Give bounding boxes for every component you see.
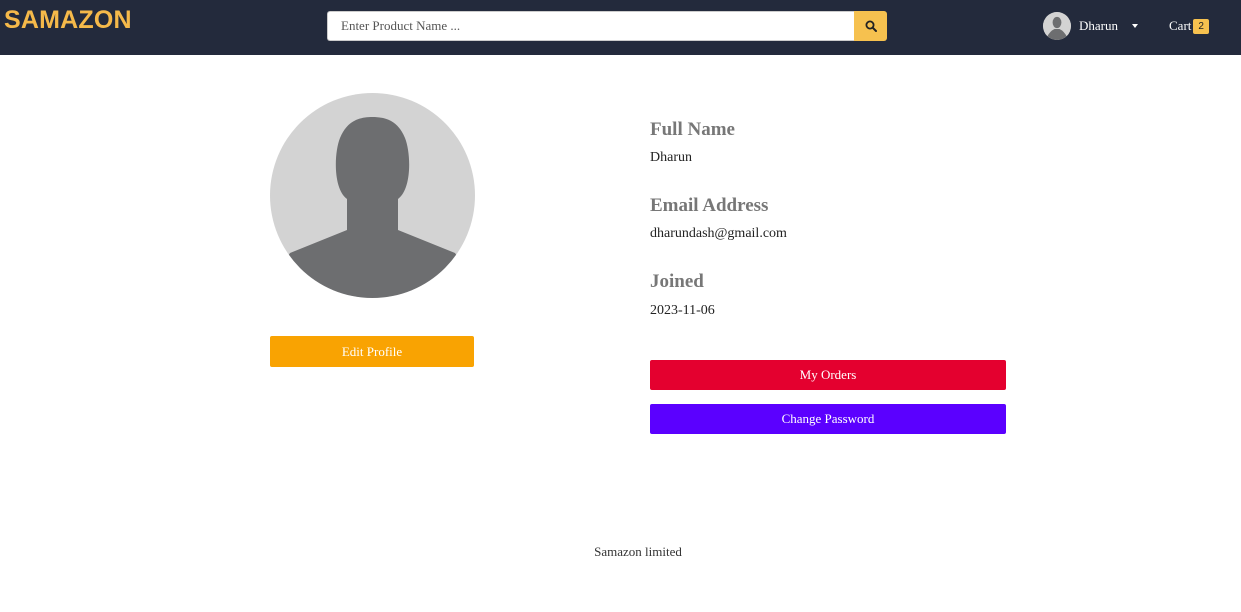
user-menu-dropdown[interactable]: Dharun	[1043, 11, 1138, 41]
cart-link[interactable]: Cart 2	[1169, 11, 1209, 41]
email-value: dharundash@gmail.com	[650, 226, 787, 241]
user-name: Dharun	[1079, 18, 1118, 33]
search-button[interactable]	[854, 11, 887, 41]
profile-avatar-icon	[270, 93, 475, 298]
edit-profile-button[interactable]: Edit Profile	[270, 336, 474, 367]
change-password-button[interactable]: Change Password	[650, 404, 1006, 434]
top-navbar: SAMAZON Dharun Cart 2	[0, 0, 1241, 55]
cart-label: Cart	[1169, 18, 1192, 33]
email-label: Email Address	[650, 195, 769, 216]
footer-text: Samazon limited	[594, 544, 682, 559]
search-bar	[327, 11, 887, 41]
user-avatar-icon	[1043, 12, 1071, 40]
joined-label: Joined	[650, 271, 704, 292]
search-icon	[865, 20, 877, 32]
full-name-value: Dharun	[650, 150, 692, 165]
chevron-down-icon	[1132, 24, 1138, 28]
joined-value: 2023-11-06	[650, 303, 715, 318]
brand-logo[interactable]: SAMAZON	[4, 6, 132, 35]
my-orders-button[interactable]: My Orders	[650, 360, 1006, 390]
full-name-label: Full Name	[650, 119, 735, 140]
search-input[interactable]	[327, 11, 854, 41]
cart-count-badge: 2	[1193, 18, 1209, 34]
